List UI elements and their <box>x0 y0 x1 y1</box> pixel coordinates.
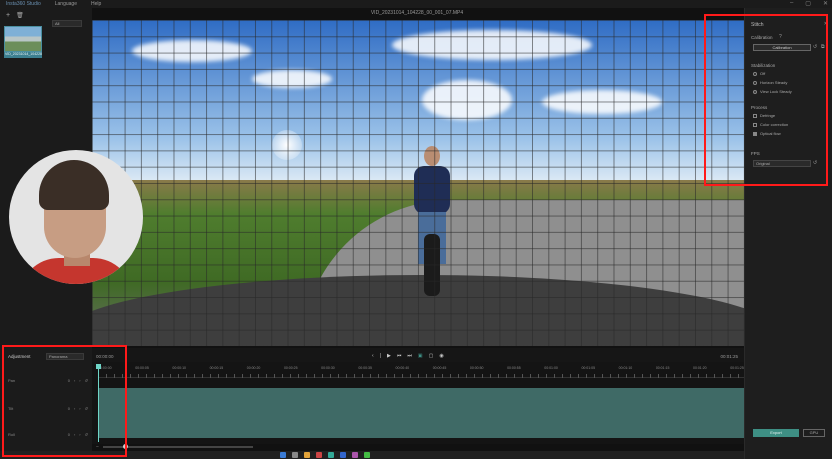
app-icon[interactable] <box>316 452 322 458</box>
menu-bar: Insta360 Studio Language Help <box>0 0 832 8</box>
grid-overlay <box>92 20 744 346</box>
calibration-header: Calibration <box>751 35 773 40</box>
reset-icon[interactable]: ↺ <box>85 378 88 383</box>
end-time: 00:01:25 <box>720 354 738 359</box>
checkbox-checked-icon <box>753 131 757 136</box>
timeline-zoom: − <box>96 444 276 450</box>
playhead[interactable] <box>96 364 101 442</box>
calibration-button[interactable]: Calibration <box>753 44 811 51</box>
zoom-slider-handle[interactable] <box>122 444 128 449</box>
close-icon[interactable]: ✕ <box>824 21 828 27</box>
adjust-row-pan: Pan 0 ‹ › ↺ <box>8 378 88 383</box>
process-color-correction[interactable]: Color correction <box>753 122 788 127</box>
add-icon[interactable]: + <box>6 12 10 19</box>
playback-controls: ‹ | ▶ ⏮ ⏭ ▣ ▢ ◉ <box>372 353 444 359</box>
zoom-slider[interactable] <box>102 444 253 449</box>
reset-icon[interactable]: ↺ <box>85 432 88 437</box>
adjustment-tab[interactable]: Adjustment <box>8 354 31 359</box>
clip-thumbnail[interactable] <box>4 26 42 52</box>
presenter-hair <box>39 160 109 210</box>
browser-icon[interactable] <box>340 452 346 458</box>
app-icon[interactable] <box>328 452 334 458</box>
reset-icon[interactable]: ↺ <box>813 160 817 166</box>
menu-help[interactable]: Help <box>91 1 101 7</box>
adjust-row-tilt: Tilt 0 ‹ › ↺ <box>8 406 88 411</box>
app-icon[interactable] <box>364 452 370 458</box>
view-mode-select[interactable]: Panorama <box>46 353 84 360</box>
divider-icon: | <box>379 353 381 359</box>
taskbar <box>0 451 744 459</box>
skip-forward-icon[interactable]: ⏭ <box>407 353 412 359</box>
adjustment-panel: Adjustment Panorama Pan 0 ‹ › ↺ Tilt 0 ‹… <box>0 348 92 459</box>
radio-selected-icon <box>753 89 757 94</box>
zoom-out-icon[interactable]: − <box>96 444 99 450</box>
play-icon[interactable]: ▶ <box>387 353 391 359</box>
radio-icon <box>753 71 757 76</box>
process-optical-flow[interactable]: Optical flow <box>753 131 781 136</box>
fps-header: FPS <box>751 151 760 156</box>
video-preview[interactable] <box>92 20 744 346</box>
close-icon[interactable]: ✕ <box>823 0 828 7</box>
file-name: VID_20231014_104228_00_001_07.MP4 <box>370 10 464 16</box>
stitch-title: Stitch <box>751 22 764 28</box>
reset-icon[interactable]: ↺ <box>85 406 88 411</box>
ruler-ticks <box>98 374 744 378</box>
fps-select[interactable]: Original <box>753 160 811 167</box>
skip-back-icon[interactable]: ⏮ <box>397 353 402 359</box>
adjust-row-roll: Roll 0 ‹ › ↺ <box>8 432 88 437</box>
help-icon[interactable]: ? <box>779 34 782 40</box>
search-icon[interactable] <box>292 452 298 458</box>
app-name: Insta360 Studio <box>6 1 41 7</box>
start-icon[interactable] <box>280 452 286 458</box>
process-header: Process <box>751 105 768 110</box>
trash-icon[interactable]: 🗑 <box>16 12 24 19</box>
export-button[interactable]: Export <box>753 429 799 437</box>
reset-icon[interactable]: ↺ <box>813 44 817 50</box>
marker-icon[interactable]: ▣ <box>418 353 423 359</box>
media-filter-select[interactable]: All <box>52 20 82 27</box>
timeline[interactable]: 00:00:00 00:00:05 00:00:10 00:00:15 00:00:20… <box>92 362 744 444</box>
app-icon[interactable] <box>352 452 358 458</box>
stabilization-view-lock-steady[interactable]: View Lock Steady <box>753 89 792 94</box>
webcam-overlay <box>9 150 143 284</box>
stabilization-horizon-steady[interactable]: Horizon Steady <box>753 80 787 85</box>
copy-icon[interactable]: ⧉ <box>821 44 825 50</box>
playback-bar: 00:00:00 ‹ | ▶ ⏮ ⏭ ▣ ▢ ◉ 00:01:25 <box>92 348 744 362</box>
minimize-icon[interactable]: – <box>790 0 793 7</box>
clip-label: VID_20231014_104228 <box>4 52 42 58</box>
settings-icon[interactable]: ◉ <box>439 353 443 359</box>
radio-icon <box>753 80 757 85</box>
folder-icon[interactable] <box>304 452 310 458</box>
stabilization-header: Stabilization <box>751 63 776 68</box>
maximize-icon[interactable]: ▢ <box>805 0 811 7</box>
checkbox-icon <box>753 113 757 118</box>
current-time: 00:00:00 <box>96 354 114 359</box>
checkbox-icon <box>753 122 757 127</box>
prev-frame-icon[interactable]: ‹ <box>372 353 374 359</box>
gpu-button[interactable]: GPU <box>803 429 825 437</box>
video-track-clip[interactable] <box>98 388 744 438</box>
snapshot-icon[interactable]: ▢ <box>429 353 434 359</box>
stabilization-off[interactable]: Off <box>753 71 765 76</box>
menu-language[interactable]: Language <box>55 1 77 7</box>
stitch-panel: Stitch ✕ Calibration ? Calibration ↺ ⧉ S… <box>744 8 832 459</box>
process-defringe[interactable]: Defringe <box>753 113 775 118</box>
window-controls: – ▢ ✕ <box>790 0 828 7</box>
